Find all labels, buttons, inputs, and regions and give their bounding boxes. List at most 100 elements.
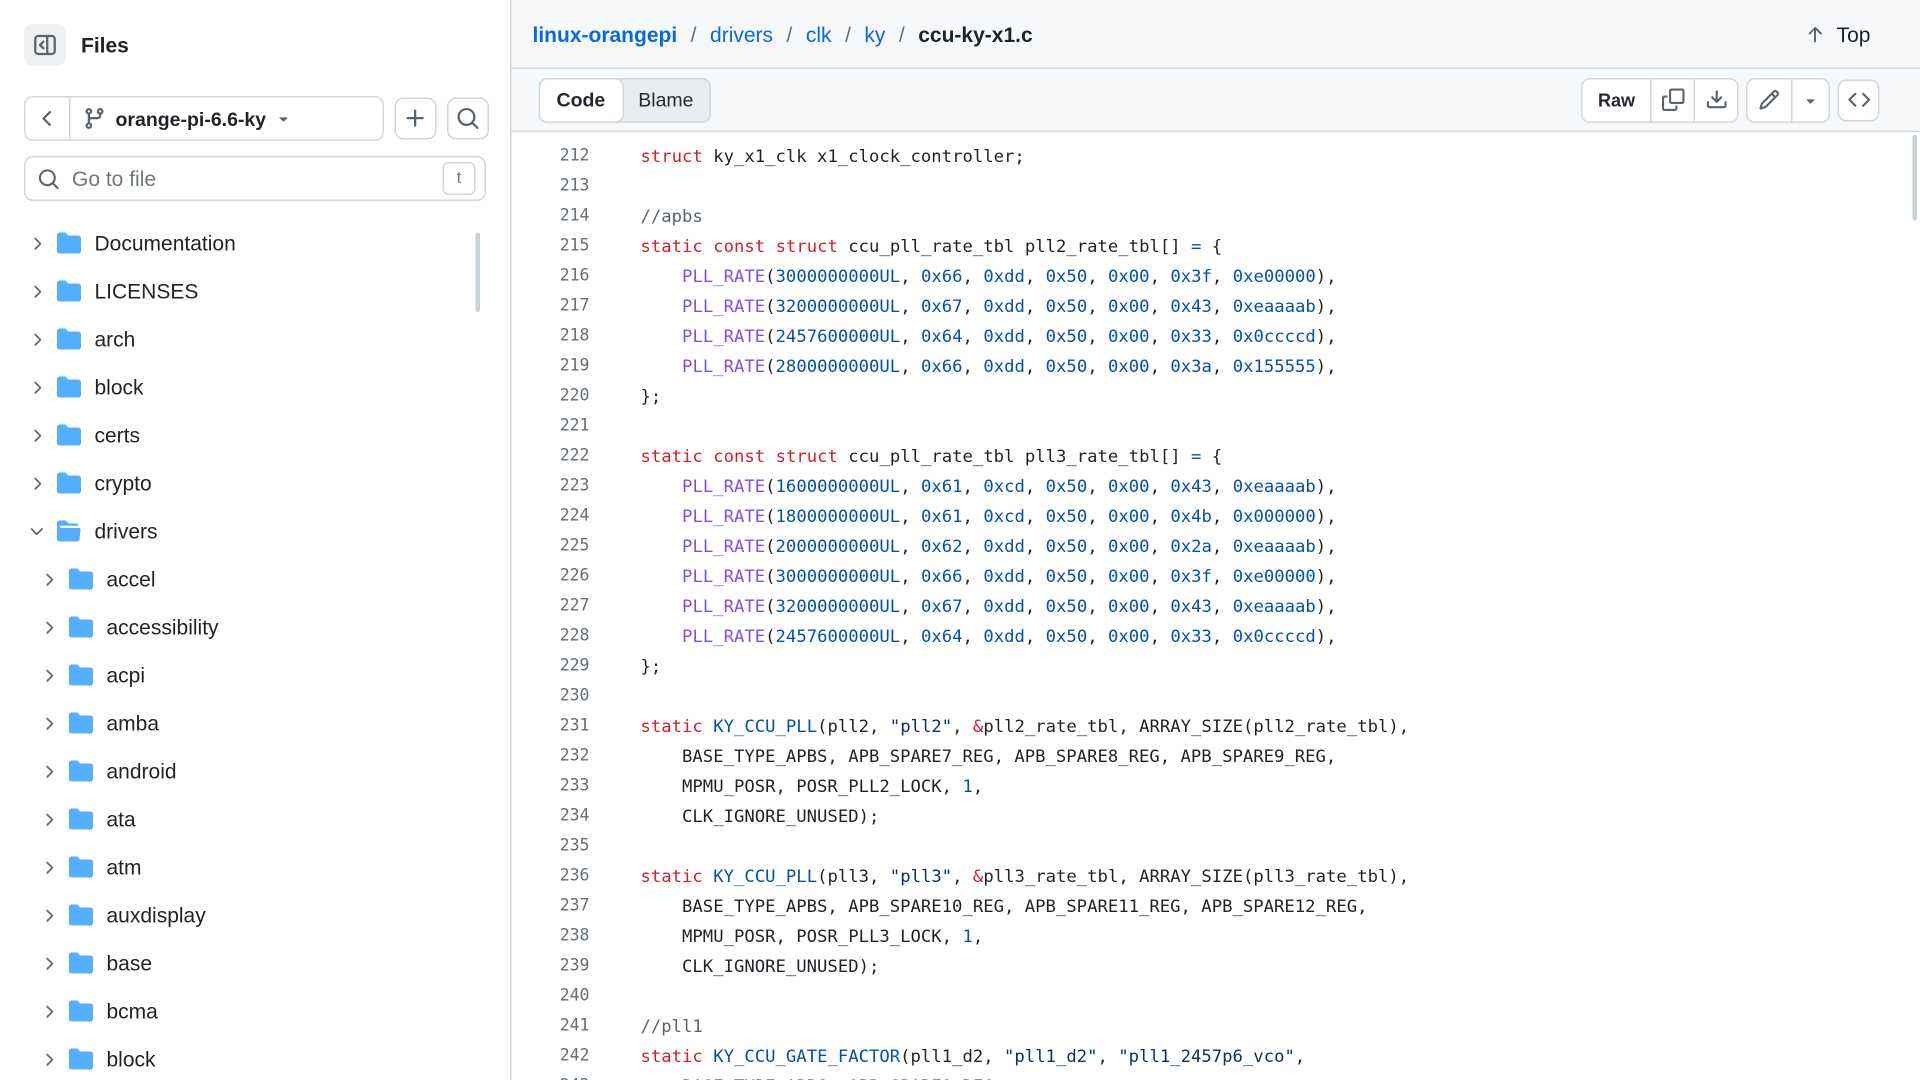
line-number[interactable]: 221 <box>512 411 590 441</box>
line-content: static KY_CCU_PLL(pll3, "pll3", &pll3_ra… <box>590 861 1410 891</box>
go-to-file-input[interactable]: Go to file t <box>24 156 486 201</box>
code-line: 215 static const struct ccu_pll_rate_tbl… <box>512 231 1920 261</box>
line-number[interactable]: 216 <box>512 261 590 291</box>
line-number[interactable]: 214 <box>512 201 590 231</box>
tree-item-bcma[interactable]: bcma <box>0 987 510 1035</box>
copy-raw-content-button[interactable] <box>1650 79 1694 121</box>
add-file-button[interactable] <box>395 98 437 140</box>
code-blame-switcher: Code Blame <box>539 77 712 122</box>
tree-item-auxdisplay[interactable]: auxdisplay <box>0 891 510 939</box>
line-number[interactable]: 220 <box>512 381 590 411</box>
code-line: 220 }; <box>512 381 1920 411</box>
line-content: PLL_RATE(3200000000UL, 0x67, 0xdd, 0x50,… <box>590 291 1337 321</box>
tree-item-crypto[interactable]: crypto <box>0 459 510 507</box>
breadcrumb-link-drivers[interactable]: drivers <box>710 22 773 46</box>
edit-options-dropdown[interactable] <box>1791 79 1829 121</box>
file-tree: Documentation LICENSES arch block certs … <box>0 219 510 1080</box>
tree-item-certs[interactable]: certs <box>0 411 510 459</box>
tree-item-block[interactable]: block <box>0 1035 510 1080</box>
download-raw-file-button[interactable] <box>1694 79 1738 121</box>
line-content <box>590 681 641 711</box>
branch-selector[interactable]: orange-pi-6.6-ky <box>69 98 383 140</box>
line-number[interactable]: 237 <box>512 891 590 921</box>
line-number[interactable]: 232 <box>512 741 590 771</box>
code-line: 234 CLK_IGNORE_UNUSED); <box>512 801 1920 831</box>
line-number[interactable]: 212 <box>512 141 590 171</box>
edit-file-button[interactable] <box>1748 79 1792 121</box>
line-content: struct ky_x1_clk x1_clock_controller; <box>590 141 1025 171</box>
back-button[interactable] <box>26 98 70 140</box>
breadcrumb-link-ky[interactable]: ky <box>864 22 885 46</box>
line-number[interactable]: 239 <box>512 951 590 981</box>
line-number[interactable]: 241 <box>512 1011 590 1041</box>
line-number[interactable]: 223 <box>512 471 590 501</box>
collapse-file-tree-button[interactable] <box>24 24 66 66</box>
code-line: 235 <box>512 831 1920 861</box>
search-this-repo-button[interactable] <box>447 98 489 140</box>
line-number[interactable]: 219 <box>512 351 590 381</box>
tree-item-accel[interactable]: accel <box>0 555 510 603</box>
line-number[interactable]: 228 <box>512 621 590 651</box>
tree-item-base[interactable]: base <box>0 939 510 987</box>
tree-item-label: auxdisplay <box>107 903 206 927</box>
tree-item-block[interactable]: block <box>0 363 510 411</box>
tree-item-ata[interactable]: ata <box>0 795 510 843</box>
tree-item-drivers[interactable]: drivers <box>0 507 510 555</box>
symbols-panel-button[interactable] <box>1838 79 1880 121</box>
code-line: 243 BASE_TYPE_APBS, APB_SPARE1_REG, <box>512 1071 1920 1080</box>
folder-icon <box>69 615 93 639</box>
tree-item-amba[interactable]: amba <box>0 699 510 747</box>
scroll-to-top-button[interactable]: Top <box>1805 22 1870 46</box>
line-number[interactable]: 226 <box>512 561 590 591</box>
line-number[interactable]: 233 <box>512 771 590 801</box>
page-scrollbar-thumb[interactable] <box>1913 135 1918 221</box>
line-number[interactable]: 240 <box>512 981 590 1011</box>
chevron-right-icon <box>39 1049 60 1069</box>
file-actions: Raw <box>1581 77 1879 122</box>
code-line: 214 //apbs <box>512 201 1920 231</box>
line-number[interactable]: 213 <box>512 171 590 201</box>
line-number[interactable]: 234 <box>512 801 590 831</box>
line-number[interactable]: 235 <box>512 831 590 861</box>
folder-icon <box>69 903 93 927</box>
tree-item-android[interactable]: android <box>0 747 510 795</box>
line-content: static KY_CCU_GATE_FACTOR(pll1_d2, "pll1… <box>590 1041 1306 1071</box>
code-line: 213 <box>512 171 1920 201</box>
tab-blame[interactable]: Blame <box>622 79 710 121</box>
line-number[interactable]: 217 <box>512 291 590 321</box>
line-number[interactable]: 230 <box>512 681 590 711</box>
sidebar-scrollbar-thumb[interactable] <box>476 233 481 313</box>
code-line: 224 PLL_RATE(1800000000UL, 0x61, 0xcd, 0… <box>512 501 1920 531</box>
folder-icon <box>57 423 81 447</box>
tree-item-accessibility[interactable]: accessibility <box>0 603 510 651</box>
raw-button[interactable]: Raw <box>1583 79 1650 121</box>
line-number[interactable]: 225 <box>512 531 590 561</box>
line-number[interactable]: 227 <box>512 591 590 621</box>
line-number[interactable]: 222 <box>512 441 590 471</box>
tree-item-documentation[interactable]: Documentation <box>0 219 510 267</box>
tree-item-arch[interactable]: arch <box>0 315 510 363</box>
chevron-right-icon <box>39 953 60 973</box>
folder-icon <box>57 471 81 495</box>
line-number[interactable]: 218 <box>512 321 590 351</box>
screen: Files orange-pi-6.6-ky <box>0 0 1920 1080</box>
breadcrumb-link-clk[interactable]: clk <box>806 22 832 46</box>
line-content: static const struct ccu_pll_rate_tbl pll… <box>590 231 1223 261</box>
line-number[interactable]: 231 <box>512 711 590 741</box>
tree-item-acpi[interactable]: acpi <box>0 651 510 699</box>
breadcrumb-link-linux-orangepi[interactable]: linux-orangepi <box>533 22 678 46</box>
line-number[interactable]: 229 <box>512 651 590 681</box>
chevron-right-icon <box>39 857 60 877</box>
tab-code[interactable]: Code <box>539 77 624 122</box>
line-number[interactable]: 236 <box>512 861 590 891</box>
code-line: 227 PLL_RATE(3200000000UL, 0x67, 0xdd, 0… <box>512 591 1920 621</box>
line-number[interactable]: 215 <box>512 231 590 261</box>
line-number[interactable]: 243 <box>512 1071 590 1080</box>
file-tree-pane: Files orange-pi-6.6-ky <box>0 0 512 1080</box>
search-icon <box>38 167 61 190</box>
line-number[interactable]: 238 <box>512 921 590 951</box>
line-number[interactable]: 242 <box>512 1041 590 1071</box>
line-number[interactable]: 224 <box>512 501 590 531</box>
tree-item-licenses[interactable]: LICENSES <box>0 267 510 315</box>
tree-item-atm[interactable]: atm <box>0 843 510 891</box>
